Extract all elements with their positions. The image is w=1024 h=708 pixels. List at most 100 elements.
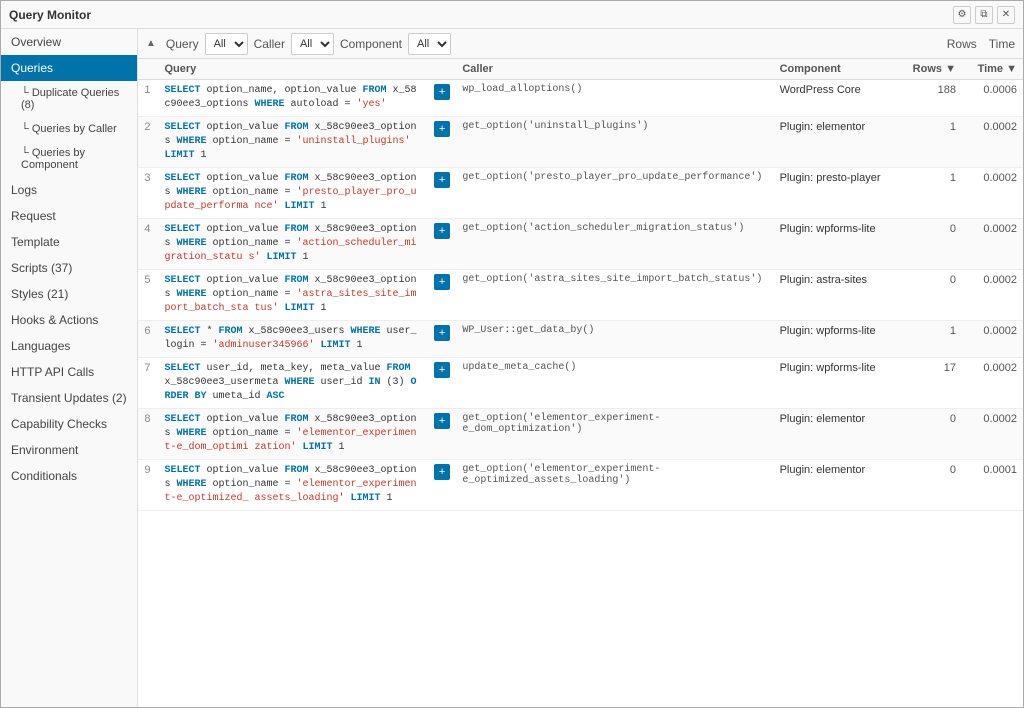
table-row: 3SELECT option_value FROM x_58c90ee3_opt… (138, 168, 1023, 219)
time-9: 0.0001 (962, 460, 1023, 511)
rows-7: 17 (906, 358, 962, 409)
sidebar-item-capability-checks[interactable]: Capability Checks (1, 411, 137, 437)
sidebar-item-hooks-actions[interactable]: Hooks & Actions (1, 307, 137, 333)
caller-1: wp_load_alloptions() (456, 80, 773, 117)
query-num-9: 9 (138, 460, 158, 511)
time-1: 0.0006 (962, 80, 1023, 117)
table-row: 2SELECT option_value FROM x_58c90ee3_opt… (138, 117, 1023, 168)
caller-9: get_option('elementor_experiment-e_optim… (456, 460, 773, 511)
query-num-3: 3 (138, 168, 158, 219)
expand-button-8[interactable]: + (434, 413, 450, 429)
time-3: 0.0002 (962, 168, 1023, 219)
rows-2: 1 (906, 117, 962, 168)
rows-1: 188 (906, 80, 962, 117)
sidebar-item-logs[interactable]: Logs (1, 177, 137, 203)
query-sql-7: SELECT user_id, meta_key, meta_value FRO… (158, 358, 427, 409)
time-col-label: Time (989, 37, 1015, 51)
component-3: Plugin: presto-player (774, 168, 906, 219)
query-num-1: 1 (138, 80, 158, 117)
time-8: 0.0002 (962, 409, 1023, 460)
sidebar-item-queries[interactable]: Queries (1, 55, 137, 81)
col-num (138, 59, 158, 80)
col-rows: Rows ▼ (906, 59, 962, 80)
component-6: Plugin: wpforms-lite (774, 321, 906, 358)
caller-filter-select[interactable]: All (291, 33, 334, 55)
query-sql-8: SELECT option_value FROM x_58c90ee3_opti… (158, 409, 427, 460)
expand-button-2[interactable]: + (434, 121, 450, 137)
sidebar-item-languages[interactable]: Languages (1, 333, 137, 359)
query-sql-9: SELECT option_value FROM x_58c90ee3_opti… (158, 460, 427, 511)
query-num-2: 2 (138, 117, 158, 168)
sidebar-item-duplicate-queries[interactable]: └ Duplicate Queries (8) (1, 81, 137, 117)
table-row: 5SELECT option_value FROM x_58c90ee3_opt… (138, 270, 1023, 321)
main-layout: OverviewQueries└ Duplicate Queries (8)└ … (1, 29, 1023, 707)
time-5: 0.0002 (962, 270, 1023, 321)
sidebar: OverviewQueries└ Duplicate Queries (8)└ … (1, 29, 138, 707)
sidebar-item-conditionals[interactable]: Conditionals (1, 463, 137, 489)
col-component: Component (774, 59, 906, 80)
col-caller: Caller (456, 59, 773, 80)
title-bar: Query Monitor ⚙ ⧉ ✕ (1, 1, 1023, 29)
query-num-7: 7 (138, 358, 158, 409)
sidebar-item-styles[interactable]: Styles (21) (1, 281, 137, 307)
query-sql-4: SELECT option_value FROM x_58c90ee3_opti… (158, 219, 427, 270)
expand-button-9[interactable]: + (434, 464, 450, 480)
rows-3: 1 (906, 168, 962, 219)
query-filter-select[interactable]: All (205, 33, 248, 55)
time-6: 0.0002 (962, 321, 1023, 358)
caller-3: get_option('presto_player_pro_update_per… (456, 168, 773, 219)
caller-6: WP_User::get_data_by() (456, 321, 773, 358)
component-col-label: Component (340, 37, 402, 51)
sidebar-item-overview[interactable]: Overview (1, 29, 137, 55)
close-button[interactable]: ✕ (997, 6, 1015, 24)
table-row: 6SELECT * FROM x_58c90ee3_users WHERE us… (138, 321, 1023, 358)
component-9: Plugin: elementor (774, 460, 906, 511)
table-row: 9SELECT option_value FROM x_58c90ee3_opt… (138, 460, 1023, 511)
sidebar-item-template[interactable]: Template (1, 229, 137, 255)
expand-col-4: + (428, 219, 456, 270)
sidebar-item-http-api-calls[interactable]: HTTP API Calls (1, 359, 137, 385)
expand-button-5[interactable]: + (434, 274, 450, 290)
caller-2: get_option('uninstall_plugins') (456, 117, 773, 168)
query-num-4: 4 (138, 219, 158, 270)
queries-table: Query Caller Component Rows ▼ Time ▼ 1SE… (138, 59, 1023, 511)
sidebar-item-request[interactable]: Request (1, 203, 137, 229)
component-5: Plugin: astra-sites (774, 270, 906, 321)
query-sql-2: SELECT option_value FROM x_58c90ee3_opti… (158, 117, 427, 168)
col-time: Time ▼ (962, 59, 1023, 80)
expand-col-3: + (428, 168, 456, 219)
time-2: 0.0002 (962, 117, 1023, 168)
expand-button-1[interactable]: + (434, 84, 450, 100)
caller-5: get_option('astra_sites_site_import_batc… (456, 270, 773, 321)
sidebar-item-queries-by-caller[interactable]: └ Queries by Caller (1, 117, 137, 141)
query-sql-1: SELECT option_name, option_value FROM x_… (158, 80, 427, 117)
component-1: WordPress Core (774, 80, 906, 117)
table-row: 4SELECT option_value FROM x_58c90ee3_opt… (138, 219, 1023, 270)
table-row: 8SELECT option_value FROM x_58c90ee3_opt… (138, 409, 1023, 460)
sidebar-item-environment[interactable]: Environment (1, 437, 137, 463)
col-query: Query (158, 59, 427, 80)
query-num-5: 5 (138, 270, 158, 321)
expand-button-6[interactable]: + (434, 325, 450, 341)
toolbar: ▲ Query All Caller All Component All Row… (138, 29, 1023, 59)
sidebar-item-scripts[interactable]: Scripts (37) (1, 255, 137, 281)
expand-button-7[interactable]: + (434, 362, 450, 378)
expand-col-2: + (428, 117, 456, 168)
table-row: 7SELECT user_id, meta_key, meta_value FR… (138, 358, 1023, 409)
settings-button[interactable]: ⚙ (953, 6, 971, 24)
app-container: Query Monitor ⚙ ⧉ ✕ OverviewQueries└ Dup… (0, 0, 1024, 708)
sidebar-item-transient-updates[interactable]: Transient Updates (2) (1, 385, 137, 411)
expand-col-6: + (428, 321, 456, 358)
expand-col-9: + (428, 460, 456, 511)
component-8: Plugin: elementor (774, 409, 906, 460)
rows-6: 1 (906, 321, 962, 358)
expand-col-8: + (428, 409, 456, 460)
rows-8: 0 (906, 409, 962, 460)
expand-button-4[interactable]: + (434, 223, 450, 239)
expand-col-1: + (428, 80, 456, 117)
expand-button-3[interactable]: + (434, 172, 450, 188)
component-filter-select[interactable]: All (408, 33, 451, 55)
detach-button[interactable]: ⧉ (975, 6, 993, 24)
table-container: Query Caller Component Rows ▼ Time ▼ 1SE… (138, 59, 1023, 707)
sidebar-item-queries-by-component[interactable]: └ Queries by Component (1, 141, 137, 177)
